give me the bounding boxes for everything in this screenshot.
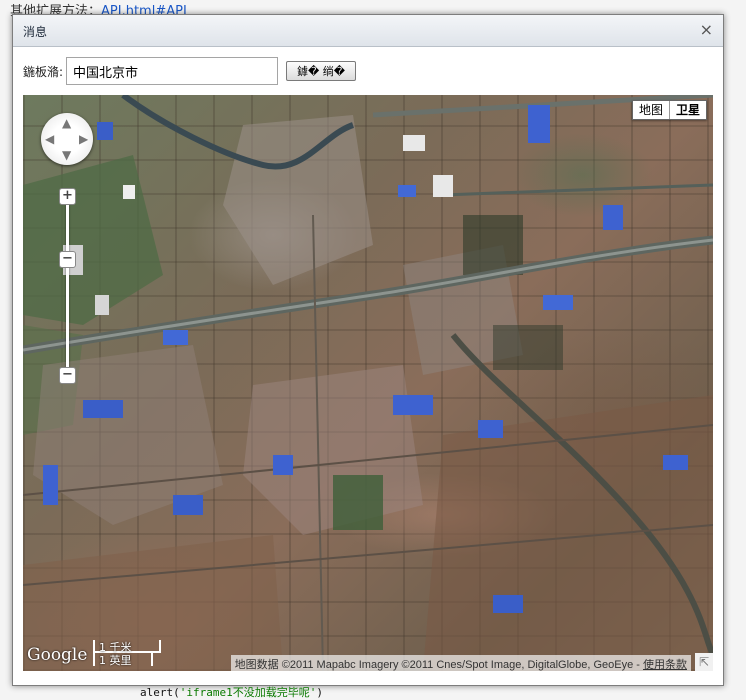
copyright-text: 地图数据 ©2011 Mapabc Imagery ©2011 Cnes/Spo… [234,659,643,671]
code-prefix: alert( [140,686,180,699]
resize-corner-icon[interactable]: ⇱ [695,653,713,671]
satellite-map[interactable]: 地图 卫星 ▲ ▼ ◀ ▶ + − − Google 1 千米 1 英里 地图数… [23,95,713,671]
pan-left-icon[interactable]: ◀ [45,133,54,145]
terms-of-use-link[interactable]: 使用条款 [643,659,687,671]
map-type-button-map[interactable]: 地图 [632,101,669,119]
pan-up-icon[interactable]: ▲ [62,117,71,129]
message-dialog: 消息 × 鍦板潃: 鎼� 绱� [12,14,724,686]
address-label: 鍦板潃: [23,65,64,79]
code-suffix: ) [316,686,323,699]
close-icon[interactable]: × [700,21,713,39]
scale-mile-label: 1 英里 [99,654,132,667]
zoom-in-button[interactable]: + [59,188,76,205]
code-string: 'iframe1不没加载完毕呢' [179,686,317,699]
search-button[interactable]: 鎼� 绱� [286,61,356,81]
dialog-titlebar[interactable]: 消息 × [13,15,723,47]
zoom-slider-track[interactable] [66,205,69,380]
pan-control[interactable]: ▲ ▼ ◀ ▶ [41,113,93,165]
google-logo: Google [27,645,88,665]
zoom-slider-handle[interactable]: − [59,251,76,268]
pan-down-icon[interactable]: ▼ [62,149,71,161]
pan-right-icon[interactable]: ▶ [79,133,88,145]
map-type-button-satellite[interactable]: 卫星 [668,101,706,119]
map-copyright: 地图数据 ©2011 Mapabc Imagery ©2011 Cnes/Spo… [230,655,691,671]
map-type-toggle: 地图 卫星 [631,100,707,120]
address-input[interactable] [66,57,278,85]
satellite-imagery [23,95,713,671]
address-toolbar: 鍦板潃: 鎼� 绱� [23,57,703,85]
scale-bar: 1 千米 1 英里 [93,640,163,667]
zoom-out-button[interactable]: − [59,367,76,384]
dialog-title: 消息 [23,25,48,39]
